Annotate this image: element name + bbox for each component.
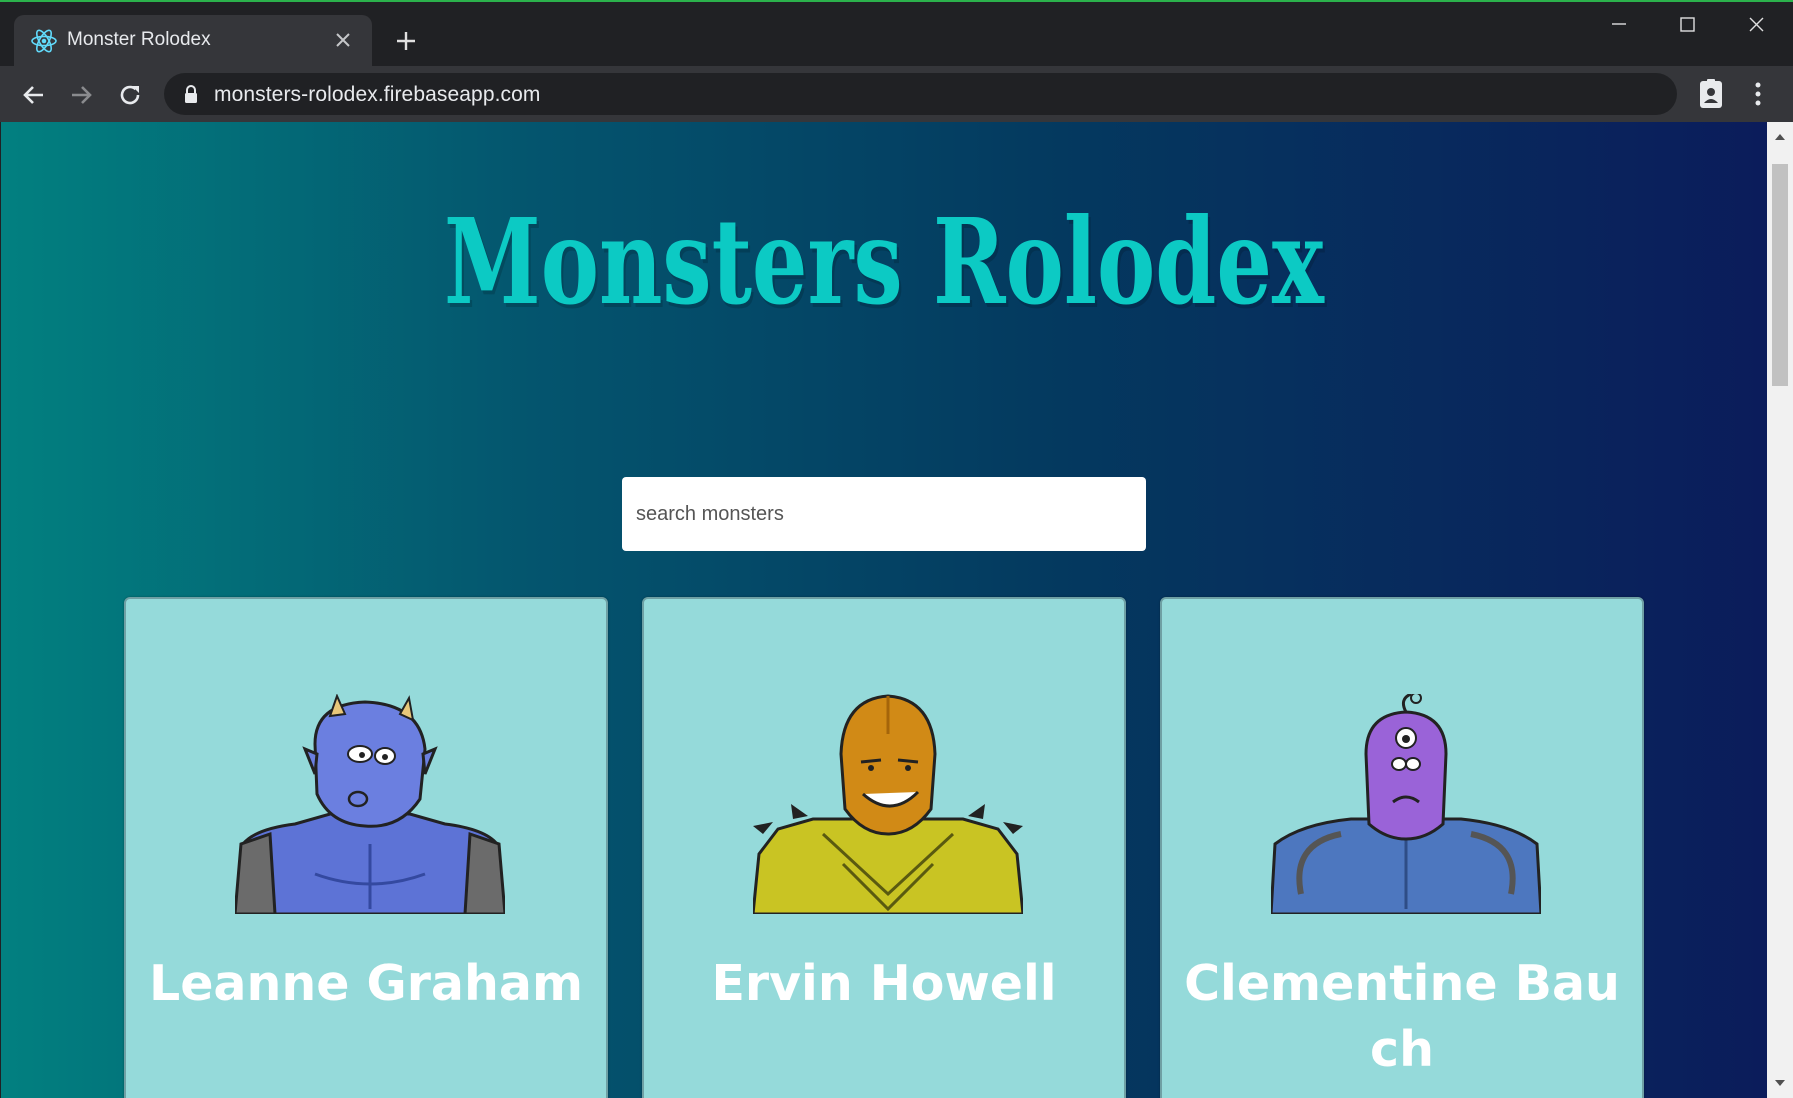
monster-name: Ervin Howell [711, 955, 1057, 1012]
monster-card[interactable]: Leanne Graham [124, 597, 608, 1098]
lock-icon [185, 85, 197, 103]
close-tab-icon[interactable] [328, 25, 358, 55]
browser-toolbar: monsters-rolodex.firebaseapp.com [0, 66, 1793, 122]
address-bar[interactable]: monsters-rolodex.firebaseapp.com [164, 73, 1677, 115]
url-text: monsters-rolodex.firebaseapp.com [214, 83, 541, 106]
menu-icon[interactable] [1743, 77, 1773, 111]
search-input[interactable] [622, 477, 1146, 551]
minimize-icon[interactable] [1585, 2, 1653, 50]
new-tab-icon[interactable] [389, 24, 423, 58]
browser-window: Monster Rolodex monsters-rolodex.firebas… [0, 0, 1793, 1098]
orange-hooded-monster-avatar [753, 694, 1023, 914]
close-window-icon[interactable] [1722, 2, 1790, 50]
monster-card[interactable]: Clementine Bauch [1160, 597, 1644, 1098]
react-icon [31, 29, 57, 53]
tab-monster-rolodex[interactable]: Monster Rolodex [14, 15, 372, 66]
page-viewport: Monsters Rolodex search monsters Leanne … [1, 122, 1767, 1098]
monster-card[interactable]: Ervin Howell [642, 597, 1126, 1098]
profile-icon[interactable] [1694, 77, 1728, 111]
back-icon[interactable] [17, 78, 51, 112]
scrollbar-thumb[interactable] [1772, 164, 1788, 386]
reload-icon[interactable] [113, 78, 147, 112]
purple-cyclops-monster-avatar [1271, 694, 1541, 914]
page-scrollbar[interactable] [1767, 122, 1793, 1098]
forward-icon[interactable] [64, 78, 98, 112]
blue-horned-monster-avatar [235, 694, 505, 914]
tab-strip: Monster Rolodex [0, 2, 1793, 66]
page-title: Monsters Rolodex [444, 192, 1324, 331]
scroll-up-icon[interactable] [1773, 130, 1787, 144]
maximize-icon[interactable] [1653, 2, 1721, 50]
scroll-down-icon[interactable] [1773, 1076, 1787, 1090]
tab-title: Monster Rolodex [67, 29, 211, 50]
monster-name: Clementine Bauch [1184, 955, 1620, 1078]
monster-name: Leanne Graham [148, 955, 584, 1012]
card-list: Leanne Graham Ervin Howell Clementine Ba… [124, 597, 1644, 1098]
